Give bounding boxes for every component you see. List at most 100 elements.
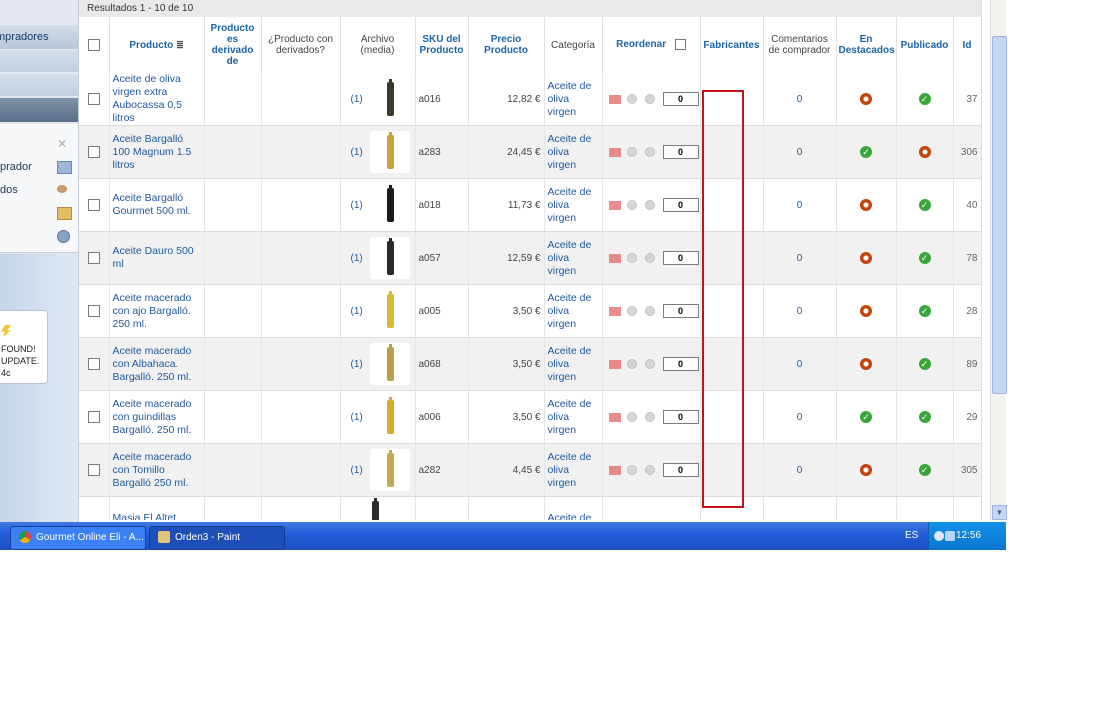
product-thumbnail[interactable] — [354, 497, 395, 520]
featured-unpublished-icon[interactable] — [860, 358, 872, 370]
sidebar-item-comprador[interactable]: prador — [0, 158, 78, 176]
category-link[interactable]: Aceite de oliva virgen — [548, 133, 592, 171]
move-down-icon[interactable] — [644, 147, 655, 157]
category-link[interactable]: Aceite de oliva virgen — [548, 186, 592, 224]
scrollbar-thumb[interactable] — [992, 36, 1007, 394]
order-input[interactable] — [662, 92, 699, 106]
reorder-arrows-icon[interactable] — [608, 147, 621, 157]
product-name-link[interactable]: Aceite macerado con ajo Bargalló. 250 ml… — [113, 292, 192, 330]
column-header-reordenar[interactable]: Reordenar — [602, 17, 701, 73]
order-input[interactable] — [662, 198, 699, 212]
network-icon[interactable] — [945, 531, 955, 541]
product-name-link[interactable]: Masia El Altet — [113, 512, 177, 521]
category-link[interactable]: Aceite de oliva virgen — [548, 345, 592, 383]
order-input[interactable] — [662, 357, 699, 371]
language-indicator[interactable]: ES — [905, 530, 918, 541]
sidebar-item-globe[interactable] — [0, 227, 78, 245]
tray-expand-icon[interactable] — [934, 531, 944, 541]
column-header-label[interactable]: Reordenar — [616, 40, 666, 51]
sidebar-item-close[interactable]: ✕ — [0, 136, 78, 154]
published-published-icon[interactable]: ✓ — [918, 411, 931, 423]
column-header-publicado[interactable]: Publicado — [896, 17, 954, 73]
column-header-label[interactable]: Fabricantes — [703, 40, 759, 51]
save-order-icon[interactable] — [674, 39, 686, 51]
comments-count-link[interactable]: 0 — [797, 253, 803, 264]
media-count-link[interactable]: (1) — [351, 147, 363, 158]
featured-published-icon[interactable]: ✓ — [860, 146, 872, 158]
row-checkbox[interactable] — [87, 305, 100, 317]
order-input[interactable] — [662, 463, 699, 477]
featured-unpublished-icon[interactable] — [860, 305, 872, 317]
column-header-id[interactable]: Id — [953, 17, 981, 73]
featured-unpublished-icon[interactable] — [860, 464, 872, 476]
table-row[interactable]: Aceite macerado con ajo Bargalló. 250 ml… — [79, 284, 981, 338]
move-down-icon[interactable] — [644, 253, 655, 263]
published-published-icon[interactable]: ✓ — [918, 252, 931, 264]
category-link[interactable]: Aceite de — [548, 512, 592, 521]
column-header-label[interactable]: Precio Producto — [484, 34, 528, 56]
row-checkbox[interactable] — [87, 199, 100, 211]
column-header-precio[interactable]: Precio Producto — [468, 17, 545, 73]
move-down-icon[interactable] — [644, 94, 655, 104]
scroll-down-arrow-icon[interactable]: ▼ — [992, 505, 1007, 520]
reorder-arrows-icon[interactable] — [608, 94, 621, 104]
table-row[interactable]: Aceite Bargalló 100 Magnum 1.5 litros (1… — [79, 125, 981, 179]
column-header-label[interactable]: En Destacados — [839, 34, 895, 56]
featured-unpublished-icon[interactable] — [860, 199, 872, 211]
table-row[interactable]: Aceite macerado con guindillas Bargalló.… — [79, 390, 981, 444]
product-name-link[interactable]: Aceite Bargalló Gourmet 500 ml. — [113, 192, 191, 217]
order-input[interactable] — [662, 145, 699, 159]
column-header-sku[interactable]: SKU del Producto — [415, 17, 469, 73]
product-name-link[interactable]: Aceite de oliva virgen extra Aubocassa 0… — [113, 73, 182, 124]
comments-count-link[interactable]: 0 — [797, 306, 803, 317]
media-count-link[interactable]: (1) — [351, 94, 363, 105]
comments-count-link[interactable]: 0 — [797, 412, 803, 423]
comments-count-link[interactable]: 0 — [797, 200, 803, 211]
row-checkbox[interactable] — [87, 252, 100, 264]
sidebar-menu-compradores[interactable]: mpradores — [0, 25, 78, 49]
category-link[interactable]: Aceite de oliva virgen — [548, 292, 592, 330]
select-all-checkbox[interactable] — [87, 39, 100, 51]
column-header-label[interactable]: SKU del Producto — [420, 34, 464, 56]
row-checkbox[interactable] — [87, 464, 100, 476]
media-count-link[interactable]: (1) — [351, 412, 363, 423]
category-link[interactable]: Aceite de oliva virgen — [548, 80, 592, 118]
product-thumbnail[interactable] — [369, 78, 410, 120]
comments-count-link[interactable]: 0 — [797, 147, 803, 158]
move-up-icon[interactable] — [626, 200, 637, 210]
sidebar-menu-item[interactable] — [0, 74, 78, 96]
taskbar-item-paint[interactable]: Orden3 - Paint — [149, 526, 285, 550]
category-link[interactable]: Aceite de oliva virgen — [548, 451, 592, 489]
table-row[interactable]: Aceite de oliva virgen extra Aubocassa 0… — [79, 73, 981, 126]
comments-count-link[interactable]: 0 — [797, 359, 803, 370]
update-notice[interactable]: FOUND! UPDATE. 4c — [0, 310, 48, 384]
product-name-link[interactable]: Aceite macerado con Albahaca. Bargalló. … — [113, 345, 192, 383]
published-unpublished-icon[interactable] — [918, 146, 931, 158]
table-row[interactable]: Aceite macerado con Albahaca. Bargalló. … — [79, 337, 981, 391]
published-published-icon[interactable]: ✓ — [918, 464, 931, 476]
product-thumbnail[interactable] — [369, 396, 410, 438]
order-input[interactable] — [662, 304, 699, 318]
reorder-arrows-icon[interactable] — [608, 359, 621, 369]
reorder-arrows-icon[interactable] — [608, 412, 621, 422]
column-header-label[interactable]: Id — [963, 40, 972, 51]
table-row[interactable]: Aceite macerado con Tomillo Bargalló 250… — [79, 443, 981, 497]
move-down-icon[interactable] — [644, 359, 655, 369]
published-published-icon[interactable]: ✓ — [918, 358, 931, 370]
move-up-icon[interactable] — [626, 147, 637, 157]
move-down-icon[interactable] — [644, 465, 655, 475]
table-row[interactable]: Aceite Dauro 500 ml (1) a057 12,59 € Ace… — [79, 231, 981, 285]
category-link[interactable]: Aceite de oliva virgen — [548, 398, 592, 436]
product-thumbnail[interactable] — [369, 237, 410, 279]
media-count-link[interactable]: (1) — [351, 465, 363, 476]
row-checkbox[interactable] — [87, 146, 100, 158]
product-name-link[interactable]: Aceite Bargalló 100 Magnum 1.5 litros — [113, 133, 192, 171]
move-down-icon[interactable] — [644, 200, 655, 210]
move-up-icon[interactable] — [626, 94, 637, 104]
comments-count-link[interactable]: 0 — [797, 465, 803, 476]
reorder-arrows-icon[interactable] — [608, 253, 621, 263]
published-published-icon[interactable]: ✓ — [918, 93, 931, 105]
order-input[interactable] — [662, 410, 699, 424]
product-name-link[interactable]: Aceite macerado con Tomillo Bargalló 250… — [113, 451, 192, 489]
table-row[interactable]: Aceite Bargalló Gourmet 500 ml. (1) a018… — [79, 178, 981, 232]
